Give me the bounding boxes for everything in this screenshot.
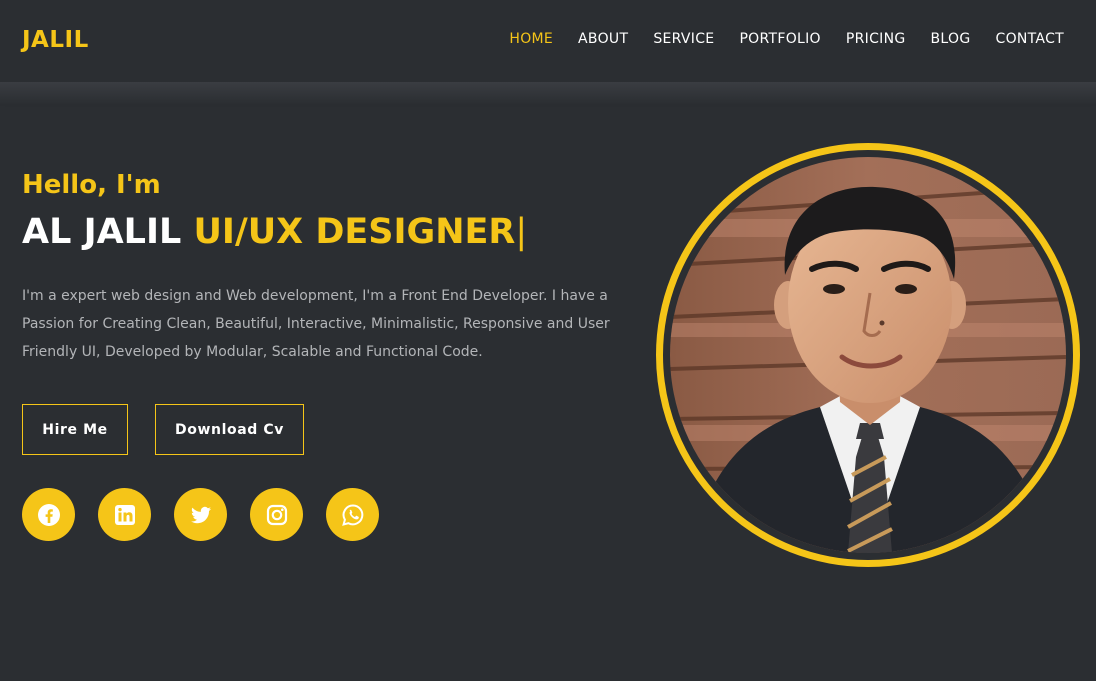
social-links: [22, 488, 622, 541]
twitter-link[interactable]: [174, 488, 227, 541]
nav-item-service[interactable]: SERVICE: [653, 31, 714, 47]
nav-item-pricing[interactable]: PRICING: [846, 31, 906, 47]
linkedin-link[interactable]: [98, 488, 151, 541]
nav-item-portfolio[interactable]: PORTFOLIO: [739, 31, 820, 47]
navbar: JALIL HOME ABOUT SERVICE PORTFOLIO PRICI…: [0, 0, 1096, 104]
facebook-icon: [37, 503, 60, 526]
nav-item-blog[interactable]: BLOG: [931, 31, 971, 47]
hero-greeting: Hello, I'm: [22, 170, 161, 200]
instagram-icon: [266, 504, 287, 525]
twitter-icon: [190, 506, 211, 523]
profile-photo: [670, 157, 1066, 553]
facebook-link[interactable]: [22, 488, 75, 541]
site-logo[interactable]: JALIL: [22, 27, 89, 53]
whatsapp-link[interactable]: [326, 488, 379, 541]
instagram-link[interactable]: [250, 488, 303, 541]
nav-item-home[interactable]: HOME: [509, 31, 553, 47]
hero-role: UI/UX DESIGNER: [193, 212, 516, 252]
hero-name: AL JALIL: [22, 212, 182, 252]
whatsapp-icon: [341, 503, 363, 526]
hero-bio: I'm a expert web design and Web developm…: [22, 288, 610, 360]
nav-item-contact[interactable]: CONTACT: [996, 31, 1065, 47]
main-nav: HOME ABOUT SERVICE PORTFOLIO PRICING BLO…: [509, 31, 1064, 47]
linkedin-icon: [114, 504, 135, 525]
hire-me-button[interactable]: Hire Me: [22, 404, 128, 455]
profile-photo-image: [670, 157, 1066, 553]
hero-intro: Hello, I'm AL JALIL UI/UX DESIGNER| I'm …: [22, 170, 622, 541]
hero-headline: AL JALIL UI/UX DESIGNER|: [22, 212, 622, 252]
download-cv-button[interactable]: Download Cv: [155, 404, 304, 455]
hero-buttons: Hire Me Download Cv: [22, 404, 622, 455]
profile-photo-frame: [656, 143, 1080, 567]
typing-cursor: |: [515, 212, 528, 252]
nav-item-about[interactable]: ABOUT: [578, 31, 628, 47]
